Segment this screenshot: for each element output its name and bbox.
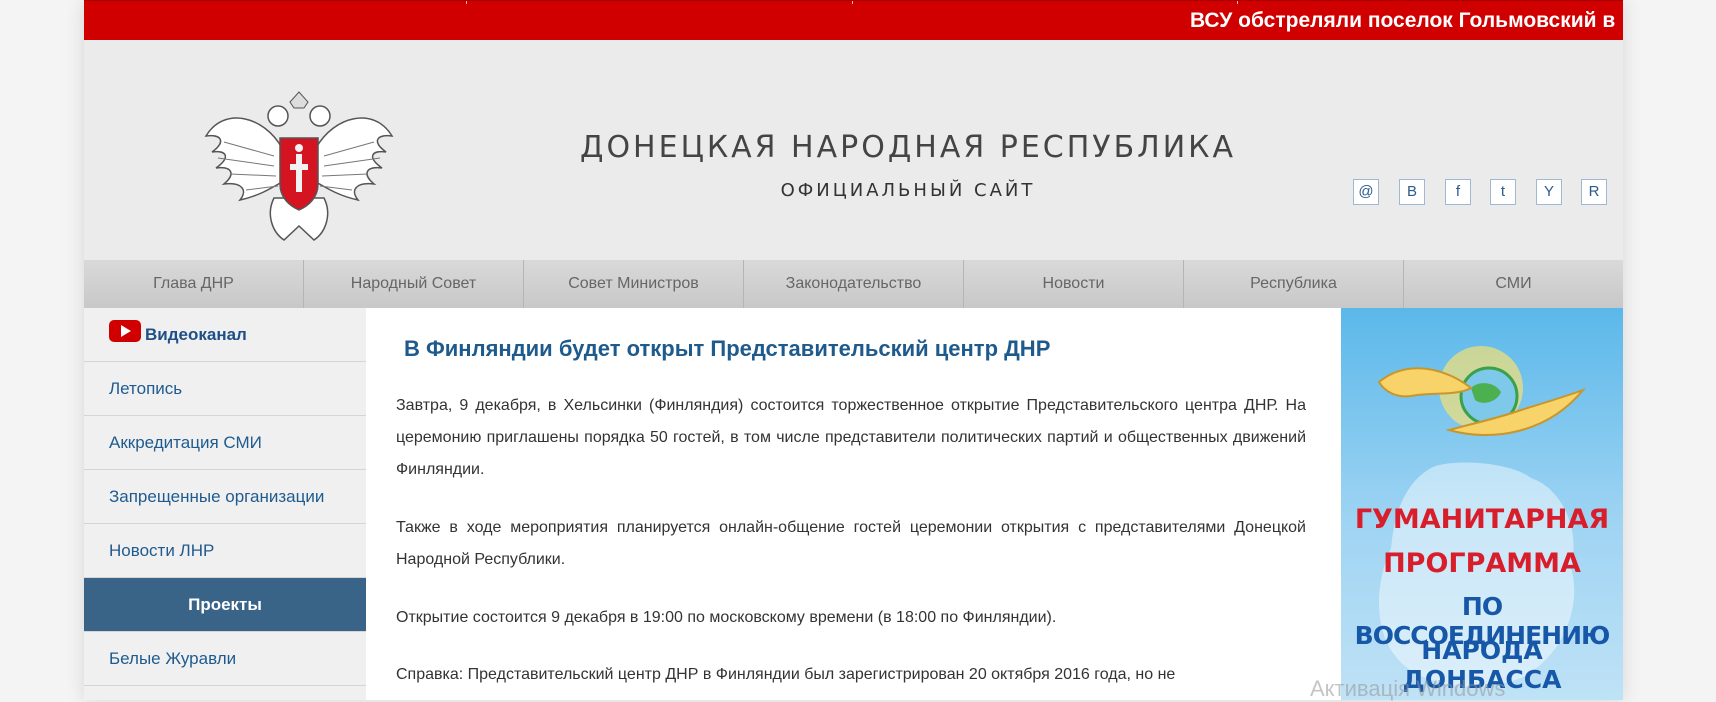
facebook-icon[interactable]: f xyxy=(1445,179,1471,205)
rss-icon[interactable]: R xyxy=(1581,179,1607,205)
site-subtitle: ОФИЦИАЛЬНЫЙ САЙТ xyxy=(780,180,1036,201)
site-header: ДОНЕЦКАЯ НАРОДНАЯ РЕСПУБЛИКА ОФИЦИАЛЬНЫЙ… xyxy=(84,40,1623,260)
nav-item-media[interactable]: СМИ xyxy=(1404,260,1623,308)
youtube-icon[interactable]: Y xyxy=(1536,179,1562,205)
hands-globe-icon xyxy=(1377,346,1587,436)
twitter-icon[interactable]: t xyxy=(1490,179,1516,205)
main-nav: Глава ДНР Народный Совет Совет Министров… xyxy=(84,260,1623,308)
sidebar-item-label: Видеоканал xyxy=(145,324,247,344)
nav-item-parliament[interactable]: Народный Совет xyxy=(304,260,524,308)
nav-item-ministers[interactable]: Совет Министров xyxy=(524,260,744,308)
site-title: ДОНЕЦКАЯ НАРОДНАЯ РЕСПУБЛИКА xyxy=(580,130,1236,165)
sidebar-item-accreditation[interactable]: Аккредитация СМИ xyxy=(84,416,366,470)
sidebar-item-banned-orgs[interactable]: Запрещенные организации xyxy=(84,470,366,524)
article-paragraph: Открытие состоится 9 декабря в 19:00 по … xyxy=(396,609,1057,626)
article-paragraph: Также в ходе мероприятия планируется онл… xyxy=(396,519,1306,568)
sidebar-item-chronicle[interactable]: Летопись xyxy=(84,362,366,416)
windows-activation-watermark: Активація Windows xyxy=(1310,676,1506,701)
article-paragraph: Завтра, 9 декабря, в Хельсинки (Финлянди… xyxy=(396,397,1306,478)
nav-item-head[interactable]: Глава ДНР xyxy=(84,260,304,308)
banner-line: ПРОГРАММА xyxy=(1383,548,1581,579)
sidebar-item-video[interactable]: Видеоканал xyxy=(84,308,366,362)
nav-item-news[interactable]: Новости xyxy=(964,260,1184,308)
coat-of-arms-icon[interactable] xyxy=(204,86,394,246)
sidebar-item-lnr-news[interactable]: Новости ЛНР xyxy=(84,524,366,578)
ticker-divider xyxy=(1237,1,1238,4)
ticker-text[interactable]: ВСУ обстреляли поселок Гольмовский в xyxy=(1190,7,1615,35)
nav-item-republic[interactable]: Республика xyxy=(1184,260,1404,308)
youtube-play-icon xyxy=(109,319,141,342)
ticker-divider xyxy=(466,1,467,4)
sidebar-item-projects[interactable]: Проекты xyxy=(84,578,366,632)
sidebar-item-white-cranes[interactable]: Белые Журавли xyxy=(84,632,366,686)
article: В Финляндии будет открыт Представительск… xyxy=(366,308,1341,700)
news-ticker[interactable]: ВСУ обстреляли поселок Гольмовский в xyxy=(84,0,1623,41)
email-icon[interactable]: @ xyxy=(1353,179,1379,205)
ticker-divider xyxy=(852,1,853,4)
humanitarian-banner[interactable]: ГУМАНИТАРНАЯ ПРОГРАММА ПО ВОССОЕДИНЕНИЮ … xyxy=(1341,308,1623,700)
page: ВСУ обстреляли поселок Гольмовский в ДОН… xyxy=(84,0,1623,700)
sidebar: Видеоканал Летопись Аккредитация СМИ Зап… xyxy=(84,308,366,700)
article-title: В Финляндии будет открыт Представительск… xyxy=(404,336,1051,361)
banner-line: ГУМАНИТАРНАЯ xyxy=(1354,504,1610,535)
vk-icon[interactable]: B xyxy=(1399,179,1425,205)
article-paragraph: Справка: Представительский центр ДНР в Ф… xyxy=(396,666,1176,683)
nav-item-legislation[interactable]: Законодательство xyxy=(744,260,964,308)
